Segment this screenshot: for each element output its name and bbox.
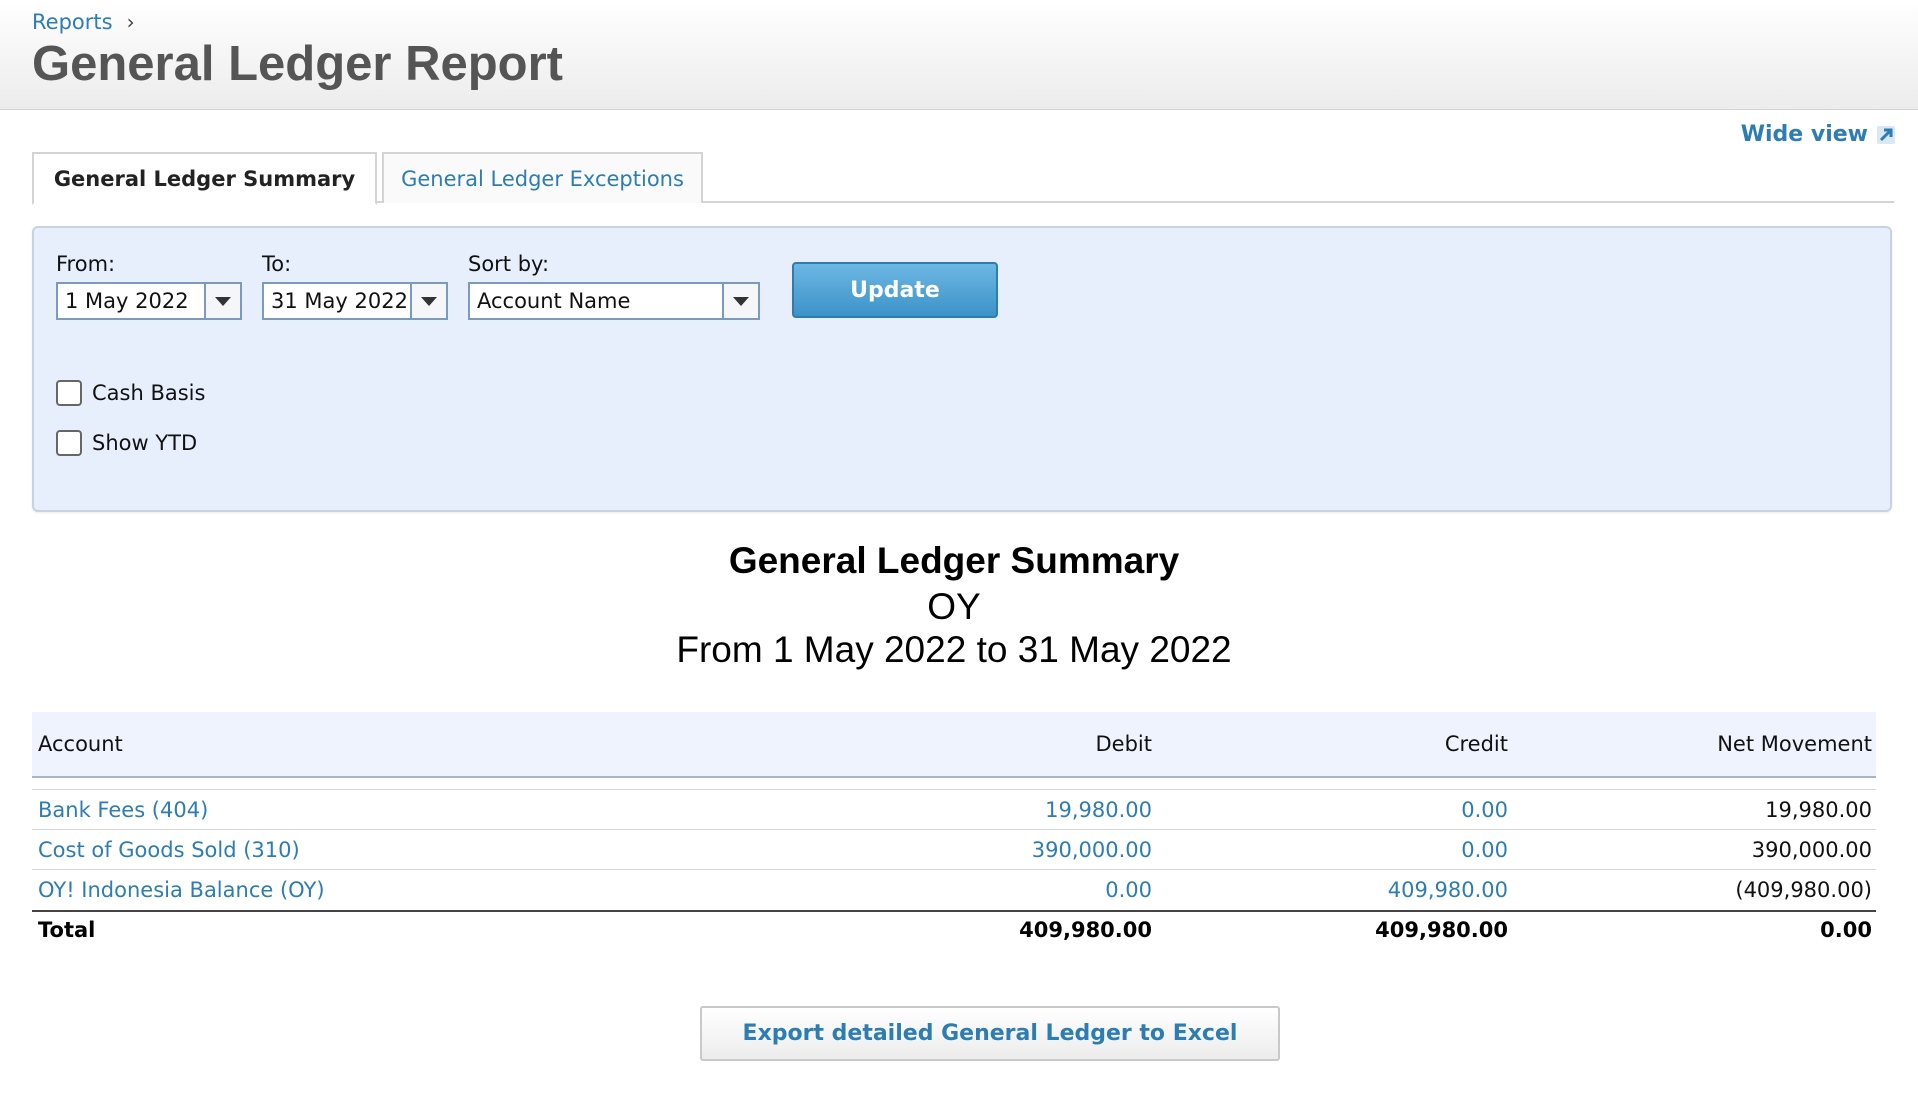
breadcrumb: Reports › — [32, 10, 135, 34]
total-credit: 409,980.00 — [1375, 918, 1508, 942]
export-to-excel-button[interactable]: Export detailed General Ledger to Excel — [700, 1006, 1280, 1061]
column-header-account: Account — [38, 732, 123, 756]
sort-by-select[interactable]: Account Name — [468, 282, 760, 320]
column-header-credit: Credit — [1444, 732, 1508, 756]
cash-basis-label: Cash Basis — [92, 381, 206, 405]
filter-panel: From: 1 May 2022 To: 31 May 2022 Sort by… — [32, 226, 1892, 512]
to-label: To: — [262, 252, 292, 276]
credit-link[interactable]: 0.00 — [1152, 798, 1508, 822]
sort-by-dropdown-button[interactable] — [722, 284, 758, 318]
table-row: OY! Indonesia Balance (OY) 0.00 409,980.… — [32, 870, 1876, 910]
net-movement-value: (409,980.00) — [1735, 878, 1872, 902]
tab-general-ledger-exceptions[interactable]: General Ledger Exceptions — [382, 152, 703, 203]
wide-view-link[interactable]: Wide view — [1741, 122, 1896, 147]
net-movement-value: 19,980.00 — [1765, 797, 1872, 822]
table-total-row: Total 409,980.00 409,980.00 0.00 — [32, 910, 1876, 948]
update-button[interactable]: Update — [792, 262, 998, 318]
account-link[interactable]: Bank Fees (404) — [32, 798, 772, 822]
tab-general-ledger-summary[interactable]: General Ledger Summary — [32, 152, 377, 205]
cash-basis-option[interactable]: Cash Basis — [56, 380, 205, 406]
debit-link[interactable]: 390,000.00 — [772, 838, 1152, 862]
table-row: Bank Fees (404) 19,980.00 0.00 19,980.00 — [32, 790, 1876, 830]
chevron-down-icon — [421, 296, 437, 306]
show-ytd-option[interactable]: Show YTD — [56, 430, 197, 456]
total-net-movement: 0.00 — [1820, 918, 1872, 942]
account-link[interactable]: OY! Indonesia Balance (OY) — [32, 878, 772, 902]
from-date-dropdown-button[interactable] — [204, 284, 240, 318]
to-date-value: 31 May 2022 — [271, 289, 408, 313]
sort-by-label: Sort by: — [468, 252, 550, 276]
table-row: Cost of Goods Sold (310) 390,000.00 0.00… — [32, 830, 1876, 870]
show-ytd-checkbox[interactable] — [56, 430, 82, 456]
column-header-debit: Debit — [1095, 732, 1153, 756]
to-date-dropdown-button[interactable] — [410, 284, 446, 318]
debit-link[interactable]: 19,980.00 — [772, 798, 1152, 822]
expand-arrow-icon — [1877, 125, 1895, 144]
debit-link[interactable]: 0.00 — [772, 878, 1152, 902]
sort-by-value: Account Name — [477, 289, 631, 313]
from-date-select[interactable]: 1 May 2022 — [56, 282, 242, 320]
page-header: Reports › General Ledger Report — [0, 0, 1918, 110]
show-ytd-label: Show YTD — [92, 431, 198, 455]
net-movement-value: 390,000.00 — [1751, 837, 1872, 862]
total-label: Total — [38, 918, 96, 942]
chevron-down-icon — [215, 296, 231, 306]
column-header-net-movement: Net Movement — [1717, 732, 1872, 756]
cash-basis-checkbox[interactable] — [56, 380, 82, 406]
table-header: Account Debit Credit Net Movement — [32, 712, 1876, 778]
page-title: General Ledger Report — [32, 37, 563, 91]
credit-link[interactable]: 0.00 — [1152, 838, 1508, 862]
breadcrumb-reports-link[interactable]: Reports — [32, 10, 113, 34]
wide-view-label: Wide view — [1740, 122, 1868, 147]
report-tabs: General Ledger Summary General Ledger Ex… — [32, 152, 1894, 205]
report-period: From 1 May 2022 to 31 May 2022 — [676, 629, 1232, 670]
from-label: From: — [56, 252, 116, 276]
chevron-down-icon — [733, 296, 749, 306]
report-organisation: OY — [927, 586, 981, 627]
ledger-table: Account Debit Credit Net Movement Bank F… — [32, 712, 1876, 948]
report-title: General Ledger Summary — [728, 540, 1180, 581]
account-link[interactable]: Cost of Goods Sold (310) — [32, 838, 772, 862]
total-debit: 409,980.00 — [1019, 918, 1152, 942]
from-date-value: 1 May 2022 — [65, 289, 189, 313]
to-date-select[interactable]: 31 May 2022 — [262, 282, 448, 320]
breadcrumb-separator: › — [126, 10, 135, 34]
table-divider — [32, 778, 1876, 790]
credit-link[interactable]: 409,980.00 — [1152, 878, 1508, 902]
